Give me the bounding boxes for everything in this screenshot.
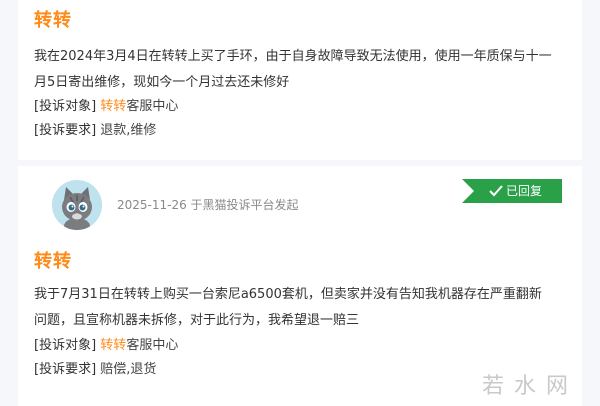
demand-value: 赔偿,退货 [100,362,157,377]
complaint-demand: [投诉要求] 退款,维修 [34,121,156,141]
status-badge-label: 已回复 [506,184,543,198]
target-label: [投诉对象] [34,338,97,353]
complaint-target: [投诉对象] 转转客服中心 [34,97,178,117]
demand-label: [投诉要求] [34,362,97,377]
complaint-content: 我于7月31日在转转上购买一台索尼a6500套机，但卖家并没有告知我机器存在严重… [34,287,542,328]
target-highlight-link[interactable]: 转转 [100,338,126,353]
watermark: 若水网 [481,374,578,399]
complaint-title[interactable]: 转转 [34,251,72,273]
target-highlight-link[interactable]: 转转 [100,99,126,114]
target-label: [投诉对象] [34,99,97,114]
post-meta: 2025-11-26 于黑猫投诉平台发起 [117,198,299,212]
target-rest: 客服中心 [126,338,179,353]
status-badge: 已回复 [462,179,562,203]
target-rest: 客服中心 [126,99,179,114]
demand-label: [投诉要求] [34,123,97,138]
complaint-title[interactable]: 转转 [34,10,72,32]
complaint-demand: [投诉要求] 赔偿,退货 [34,360,156,380]
check-icon [489,185,503,197]
complaint-target: [投诉对象] 转转客服中心 [34,336,178,356]
demand-value: 退款,维修 [100,123,157,138]
complaint-content: 我在2024年3月4日在转转上买了手环，由于自身故障导致无法使用，使用一年质保与… [34,49,552,90]
gray-cat-avatar[interactable] [52,180,102,230]
